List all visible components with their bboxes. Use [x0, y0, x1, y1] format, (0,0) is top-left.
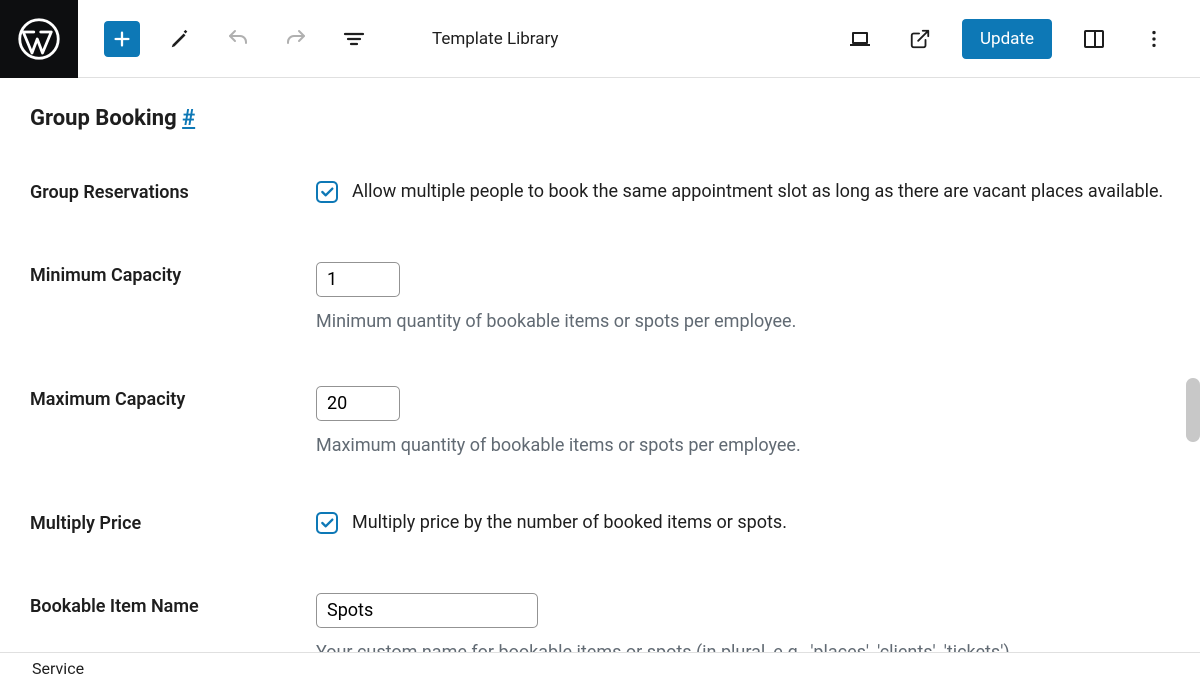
breadcrumb-item[interactable]: Service — [32, 659, 84, 678]
pencil-icon — [169, 28, 191, 50]
scrollbar-thumb[interactable] — [1186, 378, 1200, 442]
page-title-anchor[interactable]: # — [182, 106, 195, 131]
plus-icon — [111, 28, 133, 50]
editor-toolbar: Template Library Update — [0, 0, 1200, 78]
wordpress-icon — [18, 18, 60, 60]
laptop-icon — [848, 27, 872, 51]
toolbar-left-group — [78, 21, 372, 57]
sidebar-toggle-button[interactable] — [1076, 21, 1112, 57]
redo-icon — [284, 27, 308, 51]
input-min-capacity[interactable] — [316, 262, 400, 297]
input-bookable-item-name[interactable] — [316, 593, 538, 628]
options-button[interactable] — [1136, 21, 1172, 57]
add-block-button[interactable] — [104, 21, 140, 57]
external-link-icon — [909, 28, 931, 50]
label-bookable-item-name: Bookable Item Name — [30, 593, 316, 622]
check-icon — [319, 515, 335, 531]
more-vertical-icon — [1143, 28, 1165, 50]
breadcrumb-bar: Service — [0, 652, 1200, 684]
check-icon — [319, 184, 335, 200]
field-multiply-price: Multiply Price Multiply price by the num… — [30, 510, 1170, 539]
content-area: Group Booking # Group Reservations Allow… — [0, 78, 1200, 652]
help-max-capacity: Maximum quantity of bookable items or sp… — [316, 435, 1170, 456]
checkbox-group-reservations[interactable] — [316, 181, 338, 203]
text-group-reservations: Allow multiple people to book the same a… — [352, 179, 1163, 205]
text-multiply-price: Multiply price by the number of booked i… — [352, 510, 787, 536]
toolbar-right-group: Update — [842, 19, 1200, 59]
field-min-capacity: Minimum Capacity Minimum quantity of boo… — [30, 262, 1170, 332]
document-title[interactable]: Template Library — [372, 29, 842, 49]
undo-icon — [226, 27, 250, 51]
page-title: Group Booking # — [30, 106, 1170, 131]
undo-button[interactable] — [220, 21, 256, 57]
list-view-button[interactable] — [336, 21, 372, 57]
wp-logo[interactable] — [0, 0, 78, 78]
view-desktop-button[interactable] — [842, 21, 878, 57]
help-min-capacity: Minimum quantity of bookable items or sp… — [316, 311, 1170, 332]
label-multiply-price: Multiply Price — [30, 510, 316, 539]
label-group-reservations: Group Reservations — [30, 179, 316, 208]
field-max-capacity: Maximum Capacity Maximum quantity of boo… — [30, 386, 1170, 456]
panel-icon — [1082, 27, 1106, 51]
input-max-capacity[interactable] — [316, 386, 400, 421]
edit-button[interactable] — [162, 21, 198, 57]
preview-button[interactable] — [902, 21, 938, 57]
field-bookable-item-name: Bookable Item Name Your custom name for … — [30, 593, 1170, 652]
label-min-capacity: Minimum Capacity — [30, 262, 316, 291]
help-bookable-item-name: Your custom name for bookable items or s… — [316, 642, 1170, 652]
checkbox-multiply-price[interactable] — [316, 512, 338, 534]
field-group-reservations: Group Reservations Allow multiple people… — [30, 179, 1170, 208]
page-title-text: Group Booking — [30, 106, 182, 131]
update-button[interactable]: Update — [962, 19, 1052, 59]
label-max-capacity: Maximum Capacity — [30, 386, 316, 415]
redo-button[interactable] — [278, 21, 314, 57]
list-view-icon — [342, 27, 366, 51]
